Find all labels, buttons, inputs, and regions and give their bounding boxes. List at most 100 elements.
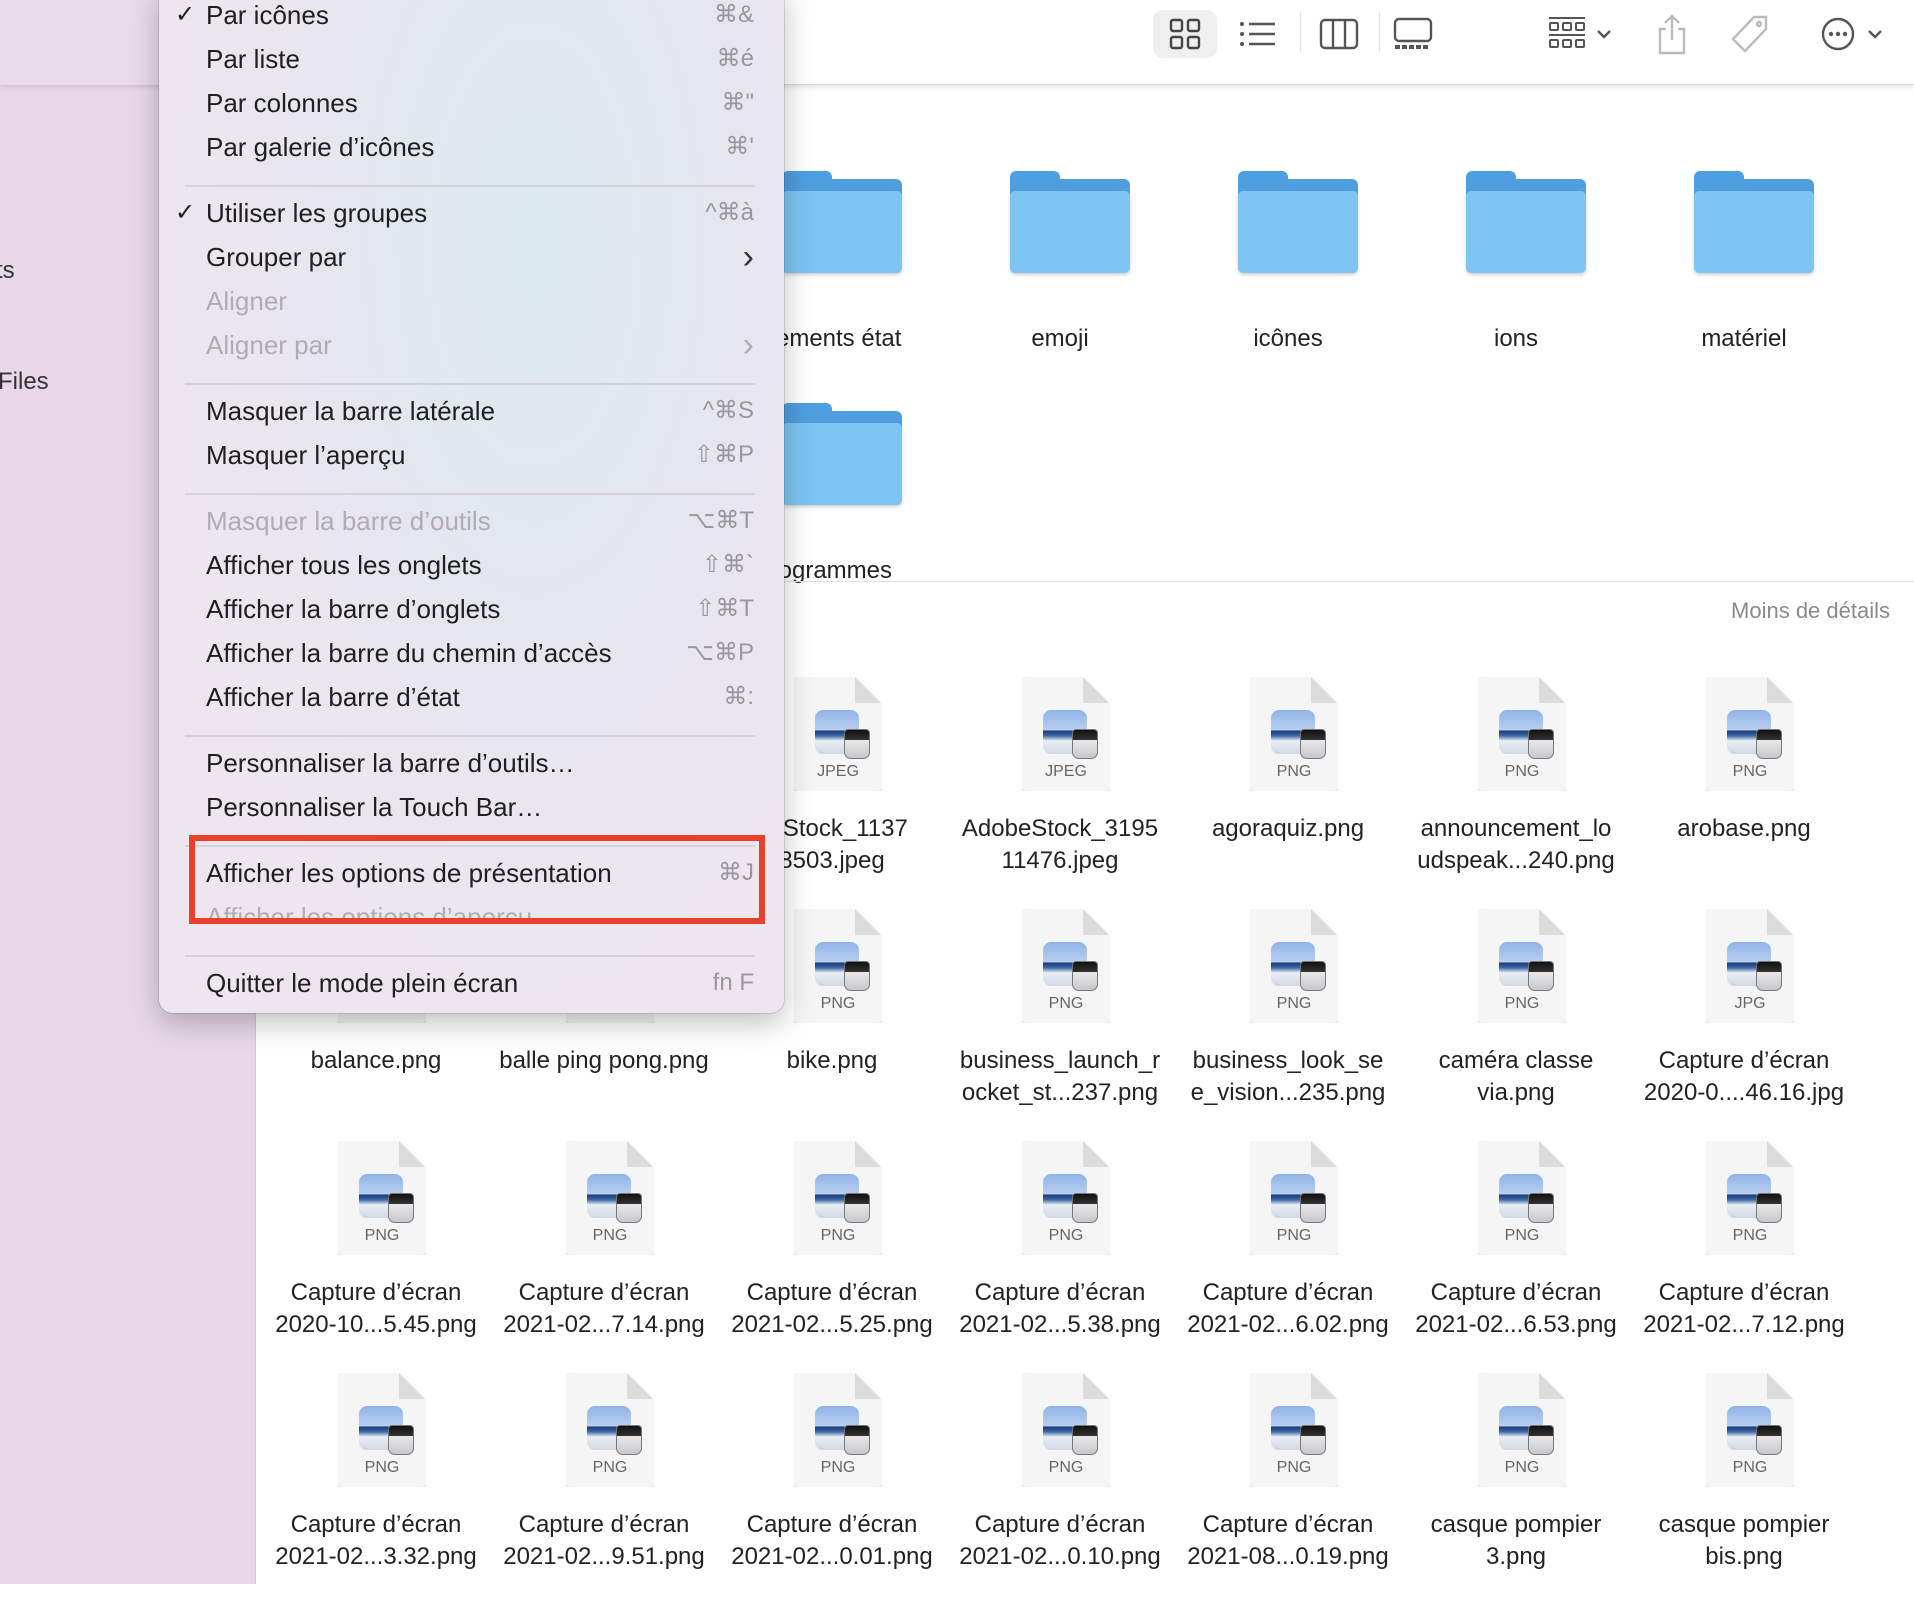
file-type-label: PNG	[1504, 763, 1540, 780]
file-name: Capture d’écran 2021-02...6.53.png	[1415, 1279, 1617, 1338]
file-name: Capture d’écran 2021-02...0.10.png	[959, 1511, 1161, 1570]
menu-item-shortcut: ⌘'	[725, 133, 754, 160]
menu-item-quitter-le-mode-plein-ecran[interactable]: Quitter le mode plein écran fn F	[159, 961, 784, 1005]
file-item[interactable]: PNG Capture d’écran 2021-02...7.12.png	[1630, 1141, 1858, 1373]
file-item[interactable]: PNG casque pompier 3.png	[1402, 1373, 1630, 1605]
file-item[interactable]: PNG Capture d’écran 2021-02...6.02.png	[1174, 1141, 1402, 1373]
menu-item-shortcut: ⌥⌘P	[686, 639, 754, 666]
file-item[interactable]: PNG Capture d’écran 2021-02...5.25.png	[718, 1141, 946, 1373]
file-name: business_launch_r ocket_st...237.png	[959, 1047, 1161, 1106]
menu-item-label: Afficher la barre d’onglets	[206, 594, 501, 624]
folder-item[interactable]: icônes	[1174, 141, 1402, 352]
file-name: casque pompier 3.png	[1430, 1511, 1602, 1570]
file-item[interactable]: PNG casque pompier bis.png	[1630, 1373, 1858, 1605]
menu-item-utiliser-les-groupes[interactable]: ✓ Utiliser les groupes ^⌘à	[159, 191, 784, 235]
menu-item-label: Personnaliser la barre d’outils…	[206, 748, 575, 778]
file-name: caméra classe via.png	[1438, 1047, 1594, 1106]
file-item[interactable]: JPEG AdobeStock_3195 11476.jpeg	[946, 677, 1174, 909]
tag-button[interactable]	[1728, 10, 1772, 58]
menu-item-shortcut: ⌥⌘T	[687, 507, 754, 534]
menu-item-afficher-la-barre-d-etat[interactable]: Afficher la barre d’état ⌘:	[159, 675, 784, 719]
menu-item-shortcut: ⌘é	[716, 45, 754, 72]
menu-item-label: Par galerie d’icônes	[206, 132, 435, 162]
file-name: Capture d’écran 2020-10...5.45.png	[275, 1279, 477, 1338]
share-button[interactable]	[1650, 10, 1694, 58]
menu-item-label: Par liste	[206, 44, 300, 74]
less-details-link[interactable]: Moins de détails	[1731, 598, 1890, 624]
file-type-label: PNG	[820, 1227, 856, 1244]
folder-item[interactable]: matériel	[1630, 141, 1858, 352]
menu-item-personnaliser-la-barre-d-outils[interactable]: Personnaliser la barre d’outils…	[159, 741, 784, 785]
menu-item-afficher-la-barre-d-onglets[interactable]: Afficher la barre d’onglets ⇧⌘T	[159, 587, 784, 631]
image-file-icon: JPG	[1706, 909, 1794, 1023]
icon-view-grid-icon	[1169, 18, 1201, 50]
file-item[interactable]: PNG Capture d’écran 2020-10...5.45.png	[262, 1141, 490, 1373]
folder-icon	[1010, 171, 1130, 275]
menu-item-masquer-la-barre-d-outils: Masquer la barre d’outils ⌥⌘T	[159, 499, 784, 543]
menu-item-par-colonnes[interactable]: Par colonnes ⌘"	[159, 81, 784, 125]
more-actions-icon	[1821, 17, 1855, 51]
toolbar-divider	[1300, 12, 1301, 52]
menu-item-aligner-par: Aligner par ›	[159, 323, 784, 367]
file-item[interactable]: PNG Capture d’écran 2021-02...6.53.png	[1402, 1141, 1630, 1373]
menu-item-grouper-par[interactable]: Grouper par ›	[159, 235, 784, 279]
file-item[interactable]: PNG Capture d’écran 2021-02...0.10.png	[946, 1373, 1174, 1605]
menu-item-personnaliser-la-touch-bar[interactable]: Personnaliser la Touch Bar…	[159, 785, 784, 829]
file-item[interactable]: PNG announcement_lo udspeak...240.png	[1402, 677, 1630, 909]
file-type-label: PNG	[1276, 995, 1312, 1012]
menu-item-label: Par icônes	[206, 0, 329, 30]
image-file-icon: PNG	[1022, 1141, 1110, 1255]
image-file-icon: PNG	[1250, 677, 1338, 791]
file-name: balance.png	[310, 1047, 442, 1074]
file-type-label: PNG	[820, 995, 856, 1012]
file-item[interactable]: PNG Capture d’écran 2021-02...9.51.png	[490, 1373, 718, 1605]
highlight-annotation-box	[189, 835, 765, 924]
image-file-icon: PNG	[566, 1141, 654, 1255]
gallery-view-icon	[1393, 17, 1433, 49]
menu-item-shortcut: ^⌘à	[705, 199, 754, 226]
list-view-button[interactable]	[1236, 10, 1280, 58]
sidebar-item[interactable]: ts	[0, 257, 15, 285]
file-item[interactable]: PNG caméra classe via.png	[1402, 909, 1630, 1141]
gallery-view-button[interactable]	[1390, 10, 1436, 58]
menu-item-par-icones[interactable]: ✓ Par icônes ⌘&	[159, 0, 784, 37]
menu-item-masquer-l-apercu[interactable]: Masquer l’aperçu ⇧⌘P	[159, 433, 784, 477]
file-name: business_look_se e_vision...235.png	[1190, 1047, 1386, 1106]
group-by-button[interactable]	[1540, 10, 1620, 58]
sidebar-item-files[interactable]: Files	[0, 368, 49, 396]
column-view-button[interactable]	[1316, 10, 1362, 58]
file-type-label: PNG	[1276, 763, 1312, 780]
menu-item-label: Aligner par	[206, 330, 332, 360]
menu-item-label: Personnaliser la Touch Bar…	[206, 792, 543, 822]
folder-icon	[782, 171, 902, 275]
menu-item-label: Masquer la barre d’outils	[206, 506, 491, 536]
menu-item-label: Afficher la barre du chemin d’accès	[206, 638, 612, 668]
menu-item-masquer-la-barre-laterale[interactable]: Masquer la barre latérale ^⌘S	[159, 389, 784, 433]
folder-item[interactable]: emoji	[946, 141, 1174, 352]
file-name: Capture d’écran 2021-02...9.51.png	[503, 1511, 705, 1570]
menu-item-afficher-tous-les-onglets[interactable]: Afficher tous les onglets ⇧⌘`	[159, 543, 784, 587]
file-item[interactable]: PNG agoraquiz.png	[1174, 677, 1402, 909]
file-item[interactable]: PNG Capture d’écran 2021-02...3.32.png	[262, 1373, 490, 1605]
image-file-icon: PNG	[1478, 677, 1566, 791]
menu-item-par-liste[interactable]: Par liste ⌘é	[159, 37, 784, 81]
menu-item-par-galerie-d-icones[interactable]: Par galerie d’icônes ⌘'	[159, 125, 784, 169]
file-item[interactable]: PNG arobase.png	[1630, 677, 1858, 909]
menu-separator	[185, 735, 755, 737]
folder-item[interactable]: ions	[1402, 141, 1630, 352]
file-item[interactable]: PNG Capture d’écran 2021-02...7.14.png	[490, 1141, 718, 1373]
file-item[interactable]: PNG business_look_se e_vision...235.png	[1174, 909, 1402, 1141]
file-name: casque pompier bis.png	[1658, 1511, 1830, 1570]
file-item[interactable]: PNG Capture d’écran 2021-02...0.01.png	[718, 1373, 946, 1605]
file-item[interactable]: PNG business_launch_r ocket_st...237.png	[946, 909, 1174, 1141]
menu-item-afficher-la-barre-du-chemin-d-acces[interactable]: Afficher la barre du chemin d’accès ⌥⌘P	[159, 631, 784, 675]
file-name: bike.png	[786, 1047, 878, 1074]
icon-view-button[interactable]	[1153, 10, 1217, 58]
file-name: Capture d’écran 2021-02...6.02.png	[1187, 1279, 1389, 1338]
file-item[interactable]: PNG Capture d’écran 2021-02...5.38.png	[946, 1141, 1174, 1373]
more-actions-button[interactable]	[1812, 10, 1892, 58]
toolbar-divider	[1379, 12, 1380, 52]
file-item[interactable]: PNG Capture d’écran 2021-08...0.19.png	[1174, 1373, 1402, 1605]
file-item[interactable]: JPG Capture d’écran 2020-0....46.16.jpg	[1630, 909, 1858, 1141]
file-type-label: JPEG	[817, 763, 859, 780]
